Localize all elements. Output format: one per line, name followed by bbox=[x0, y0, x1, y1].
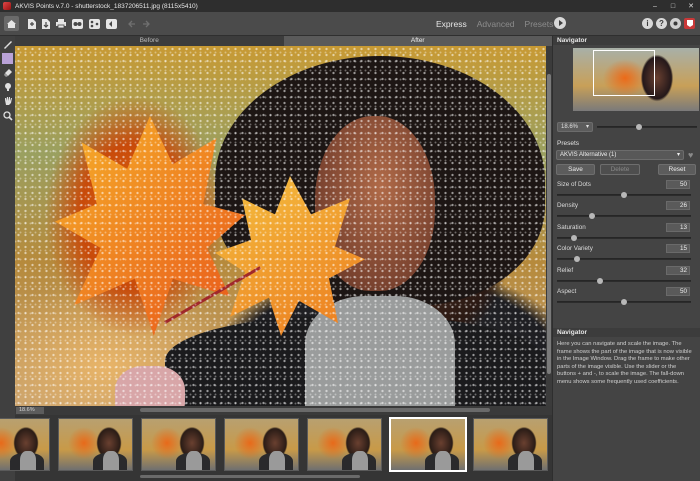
title-bar: AKVIS Points v.7.0 - shutterstock_183720… bbox=[0, 0, 700, 12]
preset-dropdown[interactable]: AKVIS Alternative (1) ▾ bbox=[556, 150, 684, 160]
close-button[interactable]: ✕ bbox=[682, 0, 700, 12]
param-slider[interactable] bbox=[557, 215, 691, 217]
navigator-frame[interactable] bbox=[593, 50, 655, 96]
param-label: Density bbox=[557, 202, 578, 209]
share-icon[interactable] bbox=[87, 16, 102, 31]
zoom-indicator: 18.6% bbox=[16, 407, 44, 414]
filmstrip-thumb[interactable] bbox=[141, 418, 216, 471]
before-after-icon[interactable] bbox=[104, 16, 119, 31]
settings-icon[interactable] bbox=[670, 18, 681, 29]
eraser-icon[interactable] bbox=[2, 67, 13, 78]
open-file-icon[interactable] bbox=[24, 16, 39, 31]
save-file-icon[interactable] bbox=[38, 16, 53, 31]
filmstrip-thumb[interactable] bbox=[58, 418, 133, 471]
mode-switcher: Express Advanced Presets bbox=[436, 19, 553, 29]
help-icon[interactable]: ? bbox=[656, 18, 667, 29]
zoom-slider[interactable] bbox=[597, 126, 697, 128]
zoom-slider-knob[interactable] bbox=[636, 124, 642, 130]
window-controls: – □ ✕ bbox=[646, 0, 700, 12]
mode-presets[interactable]: Presets bbox=[525, 19, 554, 29]
param-value-field[interactable]: 50 bbox=[666, 287, 690, 296]
tool-bar bbox=[0, 36, 15, 481]
zoom-dropdown[interactable]: 18.6% ▾ bbox=[557, 122, 593, 132]
navigator-title: Navigator bbox=[553, 36, 700, 45]
undo-icon[interactable] bbox=[124, 16, 139, 31]
param-label: Relief bbox=[557, 267, 574, 274]
selection-icon[interactable] bbox=[2, 53, 13, 64]
param-slider-knob[interactable] bbox=[571, 235, 578, 241]
filmstrip-thumb-selected[interactable] bbox=[389, 417, 467, 472]
param-slider-knob[interactable] bbox=[621, 192, 627, 198]
help-text: Here you can navigate and scale the imag… bbox=[557, 341, 692, 385]
horizontal-scrollbar[interactable] bbox=[140, 408, 490, 412]
info-icon[interactable]: i bbox=[642, 18, 653, 29]
filmstrip bbox=[0, 415, 552, 481]
help-section: Navigator Here you can navigate and scal… bbox=[553, 328, 700, 385]
param-slider-knob[interactable] bbox=[588, 213, 595, 219]
main-toolbar: Express Advanced Presets i ? bbox=[0, 12, 700, 36]
batch-icon[interactable] bbox=[70, 16, 85, 31]
param-label: Saturation bbox=[557, 224, 586, 231]
delete-preset-button[interactable]: Delete bbox=[600, 164, 640, 175]
redo-icon[interactable] bbox=[138, 16, 153, 31]
param-slider-knob[interactable] bbox=[574, 256, 581, 262]
tab-after[interactable]: After bbox=[283, 36, 552, 46]
param-value-field[interactable]: 26 bbox=[666, 201, 690, 210]
param-size-of-dots: Size of Dots 50 bbox=[553, 180, 700, 202]
plugin-icon[interactable] bbox=[684, 18, 695, 29]
favorite-heart-icon[interactable]: ♥ bbox=[688, 150, 693, 160]
param-label: Color Variety bbox=[557, 245, 593, 252]
param-value-field[interactable]: 32 bbox=[666, 266, 690, 275]
status-bar: 18.6% bbox=[15, 406, 552, 415]
param-label: Aspect bbox=[557, 288, 577, 295]
zoom-icon[interactable] bbox=[2, 110, 13, 121]
param-color-variety: Color Variety 15 bbox=[553, 244, 700, 266]
param-slider-knob[interactable] bbox=[621, 299, 627, 305]
hand-icon[interactable] bbox=[2, 95, 13, 106]
filmstrip-thumb[interactable] bbox=[224, 418, 299, 471]
param-slider-knob[interactable] bbox=[596, 278, 603, 284]
help-title: Navigator bbox=[553, 328, 700, 337]
app-logo-icon bbox=[3, 2, 11, 10]
mode-advanced[interactable]: Advanced bbox=[477, 19, 515, 29]
home-icon[interactable] bbox=[4, 16, 19, 31]
navigator-zoom-row: 18.6% ▾ bbox=[557, 122, 697, 132]
print-icon[interactable] bbox=[53, 16, 68, 31]
save-preset-button[interactable]: Save bbox=[556, 164, 595, 175]
view-tabs: Before After bbox=[15, 36, 552, 46]
presets-title: Presets bbox=[557, 140, 580, 147]
filmstrip-scrollbar[interactable] bbox=[140, 475, 360, 478]
run-button[interactable] bbox=[554, 17, 566, 29]
app-window: AKVIS Points v.7.0 - shutterstock_183720… bbox=[0, 0, 700, 481]
param-label: Size of Dots bbox=[557, 181, 591, 188]
param-value-field[interactable]: 13 bbox=[666, 223, 690, 232]
tab-before[interactable]: Before bbox=[15, 36, 284, 46]
reset-preset-button[interactable]: Reset bbox=[658, 164, 696, 175]
param-slider[interactable] bbox=[557, 280, 691, 282]
param-slider[interactable] bbox=[557, 237, 691, 239]
stamp-icon[interactable] bbox=[2, 81, 13, 92]
param-value-field[interactable]: 15 bbox=[666, 244, 690, 253]
filmstrip-thumb[interactable] bbox=[0, 418, 50, 471]
minimize-button[interactable]: – bbox=[646, 0, 664, 12]
filmstrip-thumb[interactable] bbox=[473, 418, 548, 471]
filmstrip-thumb[interactable] bbox=[307, 418, 382, 471]
settings-panel: Navigator 18.6% ▾ Presets AKVIS Alternati… bbox=[552, 36, 700, 481]
param-value-field[interactable]: 50 bbox=[666, 180, 690, 189]
param-aspect: Aspect 50 bbox=[553, 287, 700, 309]
points-effect-overlay bbox=[15, 46, 546, 406]
window-title: AKVIS Points v.7.0 - shutterstock_183720… bbox=[15, 2, 198, 10]
mode-express[interactable]: Express bbox=[436, 19, 467, 29]
param-relief: Relief 32 bbox=[553, 266, 700, 288]
param-saturation: Saturation 13 bbox=[553, 223, 700, 245]
maximize-button[interactable]: □ bbox=[664, 0, 682, 12]
image-window[interactable] bbox=[15, 46, 546, 406]
vertical-scroll-thumb[interactable] bbox=[547, 74, 551, 374]
brush-icon[interactable] bbox=[2, 39, 13, 50]
param-density: Density 26 bbox=[553, 201, 700, 223]
